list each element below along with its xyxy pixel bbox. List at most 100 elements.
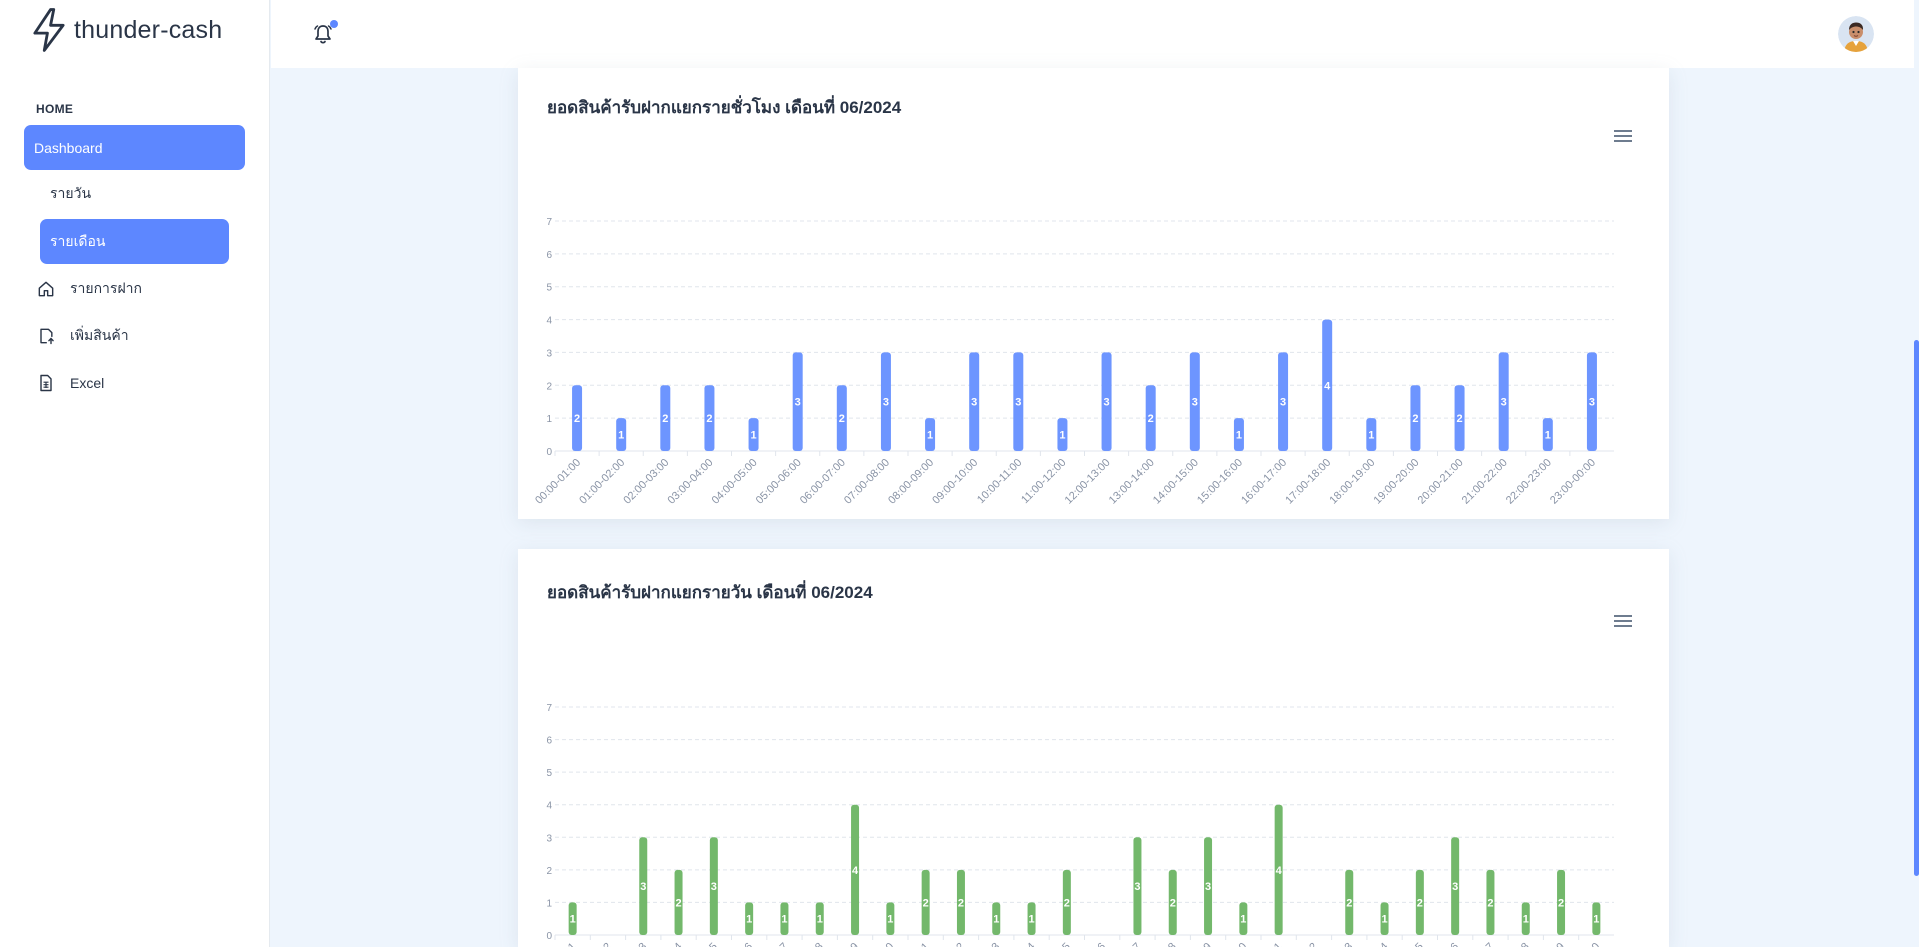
sidebar-item-monthly[interactable]: รายเดือน (40, 219, 229, 264)
daily-chart-card: ยอดสินค้ารับฝากแยกรายวัน เดือนที่ 06/202… (518, 549, 1669, 947)
x-tick-label: 11:00-12:00 (1019, 457, 1068, 506)
data-label: 1 (1236, 430, 1242, 442)
x-tick-label: 20:00-21:00 (1416, 457, 1466, 507)
x-tick-label: 07:00-08:00 (842, 457, 892, 507)
data-label: 1 (1381, 914, 1387, 926)
sidebar: thunder-cash HOME Dashboard รายวัน รายเด… (0, 0, 270, 947)
data-label: 2 (1558, 897, 1564, 909)
x-tick-label: 09:00-10:00 (930, 457, 980, 507)
data-label: 1 (1593, 914, 1599, 926)
sidebar-item-daily[interactable]: รายวัน (40, 177, 229, 211)
y-tick-label: 4 (546, 801, 552, 812)
sidebar-item-deposits[interactable]: รายการฝาก (36, 276, 236, 302)
x-tick-label: 18:00-19:00 (1327, 457, 1377, 507)
spreadsheet-icon (36, 373, 56, 393)
data-label: 1 (1368, 430, 1374, 442)
x-tick-label: 08:00-09:00 (886, 457, 936, 507)
data-label: 2 (662, 413, 668, 425)
x-tick-label: 04:00-05:00 (710, 457, 760, 507)
data-label: 2 (1170, 897, 1176, 909)
data-label: 2 (675, 897, 681, 909)
data-label: 2 (839, 413, 845, 425)
data-label: 1 (1545, 430, 1551, 442)
daily-chart-title: ยอดสินค้ารับฝากแยกรายวัน เดือนที่ 06/202… (547, 583, 873, 602)
home-icon (36, 279, 56, 299)
sidebar-item-label: เพิ่มสินค้า (70, 327, 129, 343)
x-tick-label: 14:00-15:00 (1151, 457, 1201, 507)
avatar[interactable] (1838, 16, 1874, 52)
data-label: 2 (1064, 897, 1070, 909)
user-avatar-icon (1838, 16, 1874, 52)
sidebar-item-excel[interactable]: Excel (36, 370, 236, 396)
data-label: 4 (852, 865, 859, 877)
x-tick-label: 13:00-14:00 (1107, 457, 1157, 507)
data-label: 3 (1192, 397, 1198, 409)
y-tick-label: 5 (546, 768, 552, 779)
data-label: 1 (746, 914, 752, 926)
data-label: 1 (817, 914, 823, 926)
x-tick-label: 17:00-18:00 (1283, 457, 1333, 507)
y-tick-label: 3 (546, 833, 552, 844)
x-tick-label: 23:00-00:00 (1548, 457, 1598, 507)
data-label: 2 (1487, 897, 1493, 909)
x-tick-label: 06:00-07:00 (798, 457, 848, 507)
scrollbar-thumb[interactable] (1914, 340, 1919, 876)
data-label: 1 (781, 914, 787, 926)
data-label: 3 (1501, 397, 1507, 409)
lightning-icon (33, 8, 65, 52)
sidebar-item-label: รายวัน (50, 185, 92, 201)
data-label: 1 (570, 914, 576, 926)
data-label: 3 (711, 881, 717, 893)
x-tick-label: 19:00-20:00 (1372, 457, 1422, 507)
data-label: 3 (1015, 397, 1021, 409)
x-tick-label: 12:00-13:00 (1063, 457, 1113, 507)
topbar (271, 0, 1919, 68)
file-upload-icon (36, 326, 56, 346)
y-tick-label: 1 (546, 898, 552, 909)
y-tick-label: 0 (546, 447, 552, 458)
data-label: 1 (751, 430, 757, 442)
data-label: 3 (1280, 397, 1286, 409)
data-label: 3 (971, 397, 977, 409)
data-label: 1 (1523, 914, 1529, 926)
sidebar-item-label: Excel (70, 375, 105, 391)
y-tick-label: 6 (546, 736, 552, 747)
data-label: 1 (618, 430, 624, 442)
daily-bar-chart: 0123456712024-06-012024-06-0232024-06-03… (530, 703, 1614, 947)
data-label: 2 (706, 413, 712, 425)
x-tick-label: 01:00-02:00 (577, 457, 627, 507)
sidebar-item-label: Dashboard (34, 139, 103, 156)
y-tick-label: 6 (546, 250, 552, 261)
brand-logo[interactable]: thunder-cash (30, 8, 222, 52)
hourly-chart-title: ยอดสินค้ารับฝากแยกรายชั่วโมง เดือนที่ 06… (547, 98, 902, 117)
data-label: 2 (1457, 413, 1463, 425)
y-tick-label: 3 (546, 348, 552, 359)
sidebar-item-dashboard[interactable]: Dashboard (24, 125, 245, 170)
y-tick-label: 0 (546, 931, 552, 942)
data-label: 4 (1276, 865, 1283, 877)
data-label: 3 (1452, 881, 1458, 893)
data-label: 1 (927, 430, 933, 442)
data-label: 1 (887, 914, 893, 926)
data-label: 3 (1134, 881, 1140, 893)
data-label: 2 (574, 413, 580, 425)
y-tick-label: 4 (546, 316, 552, 327)
data-label: 3 (1205, 881, 1211, 893)
data-label: 3 (640, 881, 646, 893)
data-label: 3 (1589, 397, 1595, 409)
y-tick-label: 7 (546, 703, 552, 714)
y-tick-label: 2 (546, 381, 552, 392)
data-label: 2 (1417, 897, 1423, 909)
data-label: 2 (958, 897, 964, 909)
sidebar-item-label: รายเดือน (50, 232, 106, 249)
data-label: 2 (1412, 413, 1418, 425)
data-label: 2 (923, 897, 929, 909)
notification-dot (330, 20, 338, 28)
data-label: 1 (993, 914, 999, 926)
data-label: 3 (795, 397, 801, 409)
brand-name: thunder-cash (74, 15, 223, 44)
data-label: 2 (1346, 897, 1352, 909)
sidebar-item-add-product[interactable]: เพิ่มสินค้า (36, 323, 236, 349)
x-tick-label: 15:00-16:00 (1195, 457, 1245, 507)
data-label: 3 (883, 397, 889, 409)
